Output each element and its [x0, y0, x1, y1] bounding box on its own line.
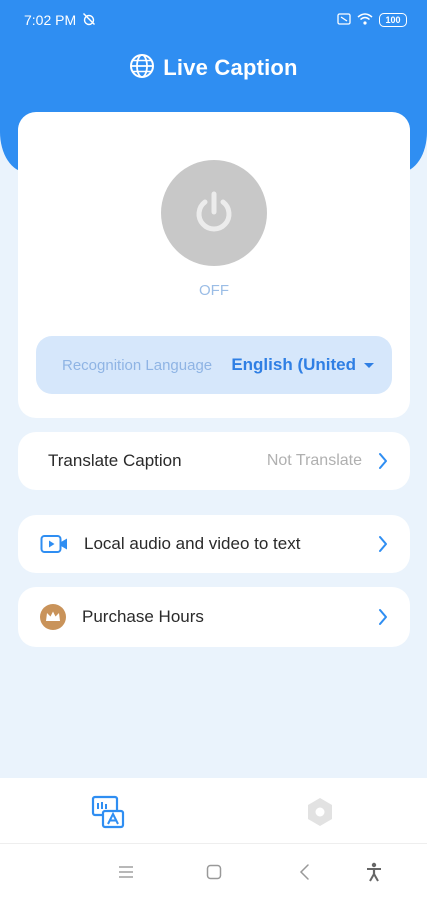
crown-icon: [40, 604, 66, 630]
wifi-icon: [357, 12, 373, 28]
power-toggle-button[interactable]: [161, 160, 267, 266]
status-time: 7:02 PM: [24, 12, 77, 28]
app-title-bar: Live Caption: [0, 50, 427, 86]
bottom-navigation: [0, 778, 427, 844]
chevron-right-icon: [378, 535, 388, 553]
local-audio-video-label: Local audio and video to text: [84, 534, 301, 553]
chevron-right-icon: [378, 452, 388, 470]
recognition-language-value: English (United: [231, 355, 356, 374]
recognition-language-label: Recognition Language: [62, 356, 213, 374]
system-navigation-bar: [0, 844, 427, 900]
local-audio-video-row[interactable]: Local audio and video to text: [18, 515, 410, 573]
purchase-hours-row[interactable]: Purchase Hours: [18, 587, 410, 647]
globe-icon: [129, 53, 155, 84]
accessibility-icon[interactable]: [362, 860, 386, 884]
screen-record-icon: [337, 12, 351, 28]
home-icon[interactable]: [202, 860, 226, 884]
alarm-off-icon: [82, 12, 96, 29]
purchase-hours-label: Purchase Hours: [82, 607, 204, 626]
caption-icon: [91, 795, 125, 829]
video-camera-icon: [40, 534, 68, 554]
battery-icon: 100: [379, 13, 407, 27]
dropdown-caret-icon: [364, 362, 374, 368]
status-bar: 7:02 PM 100: [0, 0, 427, 40]
page-title: Live Caption: [163, 55, 298, 80]
back-icon[interactable]: [292, 860, 316, 884]
nav-tab-caption[interactable]: [88, 792, 128, 832]
caption-control-card: OFF Recognition Language English (United: [18, 112, 410, 418]
power-icon: [196, 191, 232, 232]
nav-tab-settings[interactable]: [300, 792, 340, 832]
chevron-right-icon: [378, 608, 388, 626]
recognition-language-selector[interactable]: Recognition Language English (United: [36, 336, 392, 394]
translate-caption-row[interactable]: Translate Caption Not Translate: [18, 432, 410, 490]
translate-caption-value: Not Translate: [266, 452, 362, 469]
menu-icon[interactable]: [114, 860, 138, 884]
translate-caption-label: Translate Caption: [48, 451, 182, 470]
power-state-label: OFF: [199, 282, 229, 299]
settings-gear-icon: [308, 798, 332, 826]
